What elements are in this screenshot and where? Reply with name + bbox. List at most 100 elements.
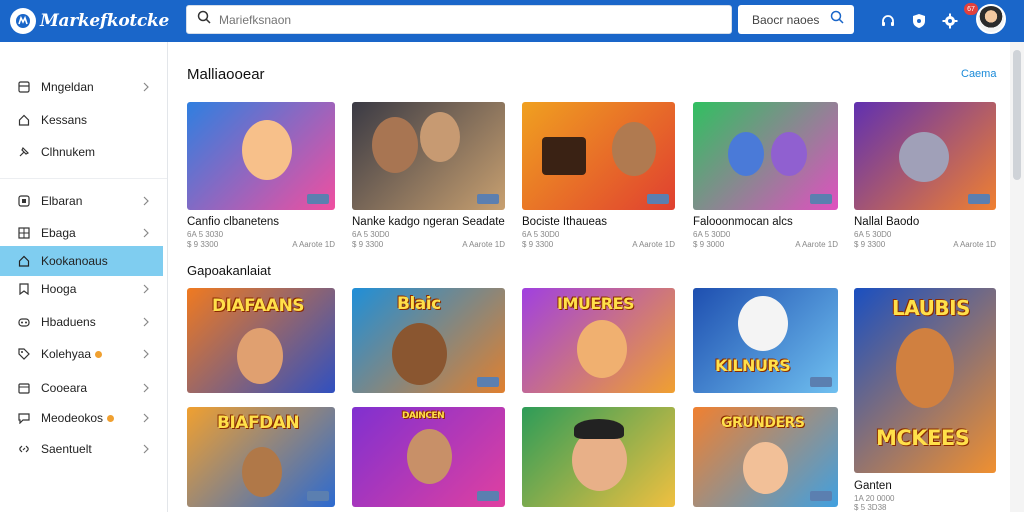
sidebar-item-11[interactable]: Saentuelt [0,434,163,464]
game-thumbnail [522,407,675,507]
sidebar-item-6[interactable]: Hooga [0,274,163,304]
game-thumbnail [693,102,838,210]
game-card[interactable]: Falooonmocan alcs 6A 5 30D0 $ 9 3000 A A… [693,102,838,252]
chevron-right-icon [143,284,149,294]
game-banner: GRUNDERS [721,415,805,431]
game-price: $ 9 3300 [522,240,554,249]
game-thumbnail: GRUNDERS [693,407,838,507]
game-meta: 6A 5 30D0 [352,230,390,239]
game-card[interactable]: BIAFDAN [187,407,335,507]
sidebar-item-1[interactable]: Kessans [0,105,163,135]
game-banner: Blaic [397,294,441,314]
game-card[interactable]: Blaic [352,288,505,393]
sidebar-item-label: Hooga [41,282,77,296]
game-rating: A Aarote 1D [953,240,996,249]
sidebar-item-3[interactable]: Elbaran [0,186,163,216]
app-logo[interactable]: Markefkotcke [10,7,169,35]
chevron-right-icon [143,349,149,359]
chevron-right-icon [143,228,149,238]
chevron-right-icon [143,317,149,327]
game-thumbnail: KILNURS [693,288,838,393]
status-dot [107,414,115,422]
sidebar-item-7[interactable]: Hbaduens [0,307,163,337]
sidebar-item-10[interactable]: Meodeokos [0,403,163,433]
game-title: Canfio clbanetens [187,216,280,228]
pin-icon [17,145,31,159]
game-thumbnail [854,102,996,210]
sidebar-item-label: Meodeokos [41,411,104,425]
search-input[interactable] [219,12,699,27]
chevron-right-icon [143,413,149,423]
sidebar-item-4[interactable]: Ebaga [0,218,163,248]
game-thumbnail: IMUERES [522,288,675,393]
game-thumbnail: BIAFDAN [187,407,335,507]
game-card[interactable]: DAINCEN [352,407,505,507]
game-card[interactable]: DIAFAANS [187,288,335,393]
avatar[interactable] [976,4,1006,34]
game-rating: A Aarote 1D [795,240,838,249]
sidebar-divider [0,178,167,179]
game-price: $ 9 3300 [854,240,886,249]
game-meta: 1A 20 0000 [854,494,895,503]
chevron-right-icon [143,383,149,393]
search-icon [830,10,844,29]
gear-icon[interactable] [937,8,963,34]
game-rating: A Aarote 1D [462,240,505,249]
game-rating: A Aarote 1D [632,240,675,249]
link-icon [17,442,31,456]
game-price: $ 9 3300 [352,240,384,249]
section-title: Gapoakanlaiat [187,263,271,278]
headset-icon[interactable] [875,8,901,34]
section-title: Malliaooear [187,66,265,83]
game-card[interactable]: Nallal Baodo 6A 5 30D0 $ 9 3300 A Aarote… [854,102,996,252]
secondary-search-button[interactable]: Baocr naoes [738,5,854,34]
sidebar-item-5[interactable]: Kookanoaus [0,246,163,276]
game-card[interactable]: Bociste Ithaueas 6A 5 30D0 $ 9 3300 A Aa… [522,102,675,252]
game-title: Bociste Ithaueas [522,216,608,228]
sidebar: Mngeldan Kessans Clhnukem Elbaran Ebaga … [0,42,168,512]
sidebar-item-9[interactable]: Cooeara [0,373,163,403]
game-banner: DAINCEN [402,411,445,421]
tag-icon [17,347,31,361]
search-bar[interactable] [186,5,732,34]
game-card[interactable] [522,407,675,507]
game-banner: MCKEES [876,426,970,450]
sidebar-item-label: Kessans [41,113,88,127]
game-card[interactable]: GRUNDERS [693,407,838,507]
scrollbar-thumb[interactable] [1013,50,1021,180]
box-icon [17,80,31,94]
game-card[interactable]: IMUERES [522,288,675,393]
search-icon [197,10,211,29]
game-title: Ganten [854,480,892,492]
game-price: $ 5 3D38 [854,503,887,512]
sidebar-item-label: Mngeldan [41,80,94,94]
game-thumbnail: LAUBIS MCKEES [854,288,996,473]
game-thumbnail [522,102,675,210]
game-meta: 6A 5 30D0 [522,230,560,239]
featured-game-card[interactable]: LAUBIS MCKEES Ganten 1A 20 0000 $ 5 3D38 [854,288,996,512]
see-all-link[interactable]: Caema [961,68,996,80]
chevron-right-icon [143,82,149,92]
game-title: Nallal Baodo [854,216,920,228]
sidebar-item-label: Kolehyaa [41,347,92,361]
game-meta: 6A 5 30D0 [854,230,892,239]
game-banner: KILNURS [715,356,791,375]
calendar-icon [17,381,31,395]
sidebar-item-2[interactable]: Clhnukem [0,137,163,167]
game-title: Falooonmocan alcs [693,216,793,228]
chat-icon [17,411,31,425]
sidebar-item-8[interactable]: Kolehyaa [0,339,163,369]
game-card[interactable]: KILNURS [693,288,838,393]
sidebar-item-0[interactable]: Mngeldan [0,72,163,102]
sidebar-item-label: Hbaduens [41,315,96,329]
chevron-right-icon [143,196,149,206]
sidebar-item-label: Clhnukem [41,145,96,159]
shield-icon[interactable] [906,8,932,34]
home-icon [17,113,31,127]
game-card[interactable]: Canfio clbanetens 6A 5 3030 $ 9 3300 A A… [187,102,335,252]
game-card[interactable]: Nanke kadgo ngeran Seadate 6A 5 30D0 $ 9… [352,102,505,252]
game-rating: A Aarote 1D [292,240,335,249]
game-banner: BIAFDAN [217,413,300,433]
logo-icon [10,8,36,34]
game-banner: DIAFAANS [212,296,305,316]
